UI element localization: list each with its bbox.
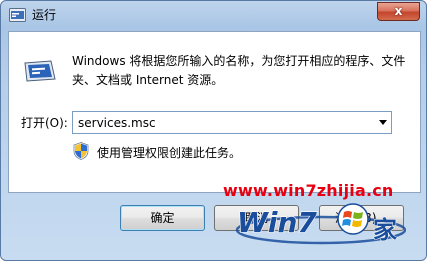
command-input[interactable] xyxy=(73,112,373,133)
run-icon xyxy=(9,8,26,22)
uac-shield-icon xyxy=(73,142,89,160)
window-title: 运行 xyxy=(32,8,57,22)
close-button[interactable]: x xyxy=(377,2,420,21)
logo-char: 家 xyxy=(373,216,397,244)
command-combobox[interactable] xyxy=(72,111,392,134)
title-bar[interactable]: 运行 x xyxy=(1,1,426,31)
run-dialog-icon xyxy=(24,60,56,82)
combo-dropdown-button[interactable] xyxy=(374,112,391,133)
run-dialog-window: 运行 x Windows 将根据您所输入的名称，为您打开相应的程序、文件夹、文档… xyxy=(0,0,427,261)
admin-note: 使用管理权限创建此任务。 xyxy=(97,146,242,160)
logo-text: Win7 xyxy=(237,206,317,239)
watermark-url: www.win7zhijia.cn xyxy=(223,181,394,200)
chevron-down-icon xyxy=(378,120,387,125)
dialog-content: Windows 将根据您所输入的名称，为您打开相应的程序、文件夹、文档或 Int… xyxy=(8,31,421,193)
open-label: 打开(O): xyxy=(21,116,68,130)
ok-button[interactable]: 确定 xyxy=(120,205,205,231)
win7-logo-watermark: Win7 家 xyxy=(235,203,406,245)
dialog-description: Windows 将根据您所输入的名称，为您打开相应的程序、文件夹、文档或 Int… xyxy=(72,54,406,87)
windows-flag-icon xyxy=(337,203,369,235)
